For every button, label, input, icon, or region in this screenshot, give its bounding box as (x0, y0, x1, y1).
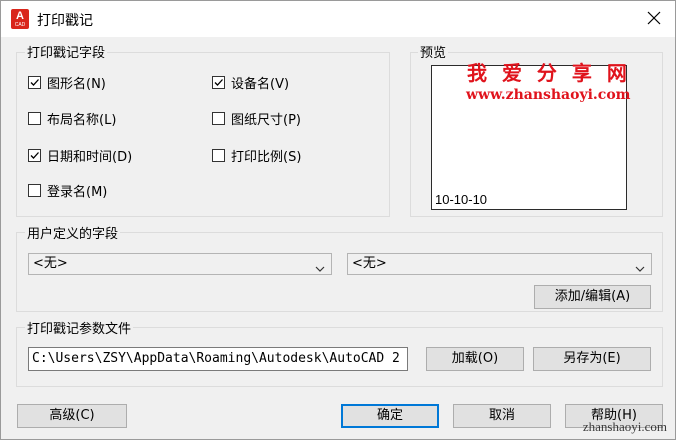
checkbox-plot-scale[interactable]: 打印比例(S) (212, 146, 301, 165)
select-value: <无> (352, 256, 387, 271)
checkbox-box[interactable] (28, 76, 41, 89)
chevron-down-icon (315, 260, 325, 280)
param-file-title: 打印戳记参数文件 (25, 318, 134, 337)
autocad-app-icon: A CAD (11, 9, 29, 29)
checkbox-layout-name[interactable]: 布局名称(L) (28, 109, 116, 128)
watermark-title: 我 爱 分 享 网 (467, 61, 631, 85)
checkbox-paper-size[interactable]: 图纸尺寸(P) (212, 109, 301, 128)
preview-stamp-text: 10-10-10 (435, 192, 488, 207)
preview-title: 预览 (418, 42, 449, 61)
checkbox-box[interactable] (28, 149, 41, 162)
app-icon-letter: A (16, 10, 24, 22)
checkbox-box[interactable] (212, 112, 225, 125)
checkbox-label: 图纸尺寸(P) (231, 113, 301, 128)
checkbox-label: 打印比例(S) (231, 150, 302, 165)
add-edit-button[interactable]: 添加/编辑(A) (534, 285, 651, 309)
select-value: <无> (33, 256, 68, 271)
stamp-fields-title: 打印戳记字段 (25, 42, 108, 61)
save-as-button[interactable]: 另存为(E) (533, 347, 651, 371)
close-icon[interactable] (643, 7, 665, 29)
checkbox-date-time[interactable]: 日期和时间(D) (28, 146, 132, 165)
load-button[interactable]: 加载(O) (426, 347, 524, 371)
chevron-down-icon (635, 260, 645, 280)
checkbox-device-name[interactable]: 设备名(V) (212, 73, 289, 92)
checkbox-drawing-name[interactable]: 图形名(N) (28, 73, 106, 92)
user-fields-title: 用户定义的字段 (25, 223, 121, 242)
user-field-select-2[interactable]: <无> (347, 253, 652, 275)
checkbox-label: 登录名(M) (47, 185, 108, 200)
watermark-url: www.zhanshaoyi.com (466, 87, 631, 103)
user-field-select-1[interactable]: <无> (28, 253, 332, 275)
ok-button[interactable]: 确定 (341, 404, 439, 428)
checkbox-label: 设备名(V) (231, 77, 290, 92)
param-file-path-field[interactable]: C:\Users\ZSY\AppData\Roaming\Autodesk\Au… (28, 347, 408, 371)
window-title: 打印戳记 (37, 13, 93, 29)
checkbox-box[interactable] (28, 184, 41, 197)
checkbox-label: 日期和时间(D) (47, 150, 133, 165)
watermark-bottom: zhanshaoyi.com (582, 419, 667, 434)
app-icon-sub: CAD (14, 22, 26, 28)
checkbox-box[interactable] (212, 76, 225, 89)
checkbox-login-name[interactable]: 登录名(M) (28, 181, 107, 200)
checkbox-box[interactable] (212, 149, 225, 162)
checkbox-label: 图形名(N) (47, 77, 106, 92)
checkbox-label: 布局名称(L) (47, 113, 117, 128)
cancel-button[interactable]: 取消 (453, 404, 551, 428)
checkbox-box[interactable] (28, 112, 41, 125)
title-bar: A CAD 打印戳记 (1, 1, 675, 37)
advanced-button[interactable]: 高级(C) (17, 404, 127, 428)
plot-stamp-dialog: A CAD 打印戳记 打印戳记字段 图形名(N) 设备名(V) 布局名称(L) … (0, 0, 676, 440)
